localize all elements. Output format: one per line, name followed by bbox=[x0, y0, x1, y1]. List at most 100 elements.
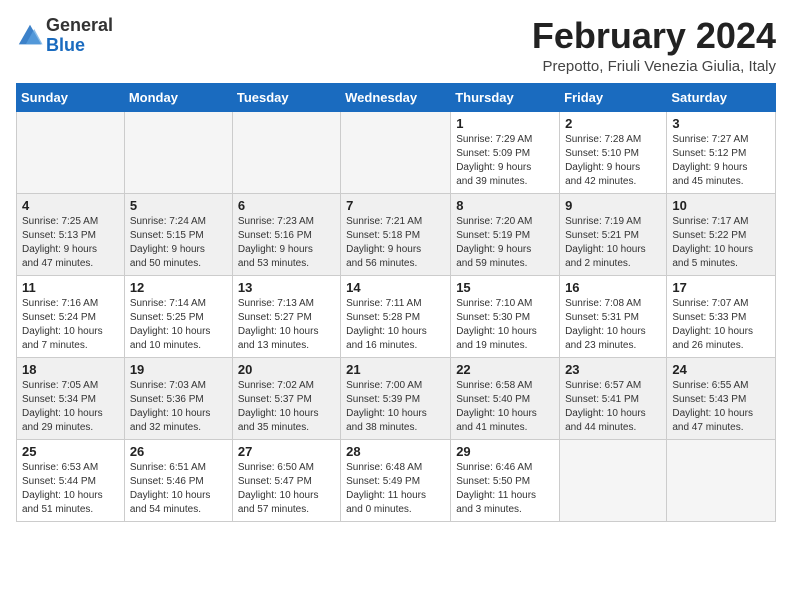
day-info: Sunrise: 6:53 AMSunset: 5:44 PMDaylight:… bbox=[22, 461, 119, 517]
month-year-title: February 2024 bbox=[532, 16, 776, 56]
day-info: Sunrise: 7:21 AMSunset: 5:18 PMDaylight:… bbox=[346, 215, 445, 271]
day-number: 7 bbox=[346, 198, 445, 213]
day-info: Sunrise: 7:14 AMSunset: 5:25 PMDaylight:… bbox=[130, 297, 227, 353]
day-number: 29 bbox=[456, 444, 554, 459]
column-header-thursday: Thursday bbox=[451, 83, 560, 111]
calendar-day-cell bbox=[17, 111, 125, 193]
day-info: Sunrise: 7:10 AMSunset: 5:30 PMDaylight:… bbox=[456, 297, 554, 353]
page-header: General Blue February 2024 Prepotto, Fri… bbox=[16, 16, 776, 75]
day-info: Sunrise: 6:58 AMSunset: 5:40 PMDaylight:… bbox=[456, 379, 554, 435]
day-info: Sunrise: 7:07 AMSunset: 5:33 PMDaylight:… bbox=[672, 297, 770, 353]
calendar-day-cell: 16 Sunrise: 7:08 AMSunset: 5:31 PMDayligh… bbox=[560, 275, 667, 357]
calendar-day-cell: 24 Sunrise: 6:55 AMSunset: 5:43 PMDayligh… bbox=[667, 357, 776, 439]
calendar-day-cell: 7 Sunrise: 7:21 AMSunset: 5:18 PMDaylight… bbox=[341, 193, 451, 275]
day-info: Sunrise: 6:51 AMSunset: 5:46 PMDaylight:… bbox=[130, 461, 227, 517]
calendar-week-row: 4Sunrise: 7:25 AMSunset: 5:13 PMDaylight… bbox=[17, 193, 776, 275]
calendar-week-row: 18Sunrise: 7:05 AMSunset: 5:34 PMDayligh… bbox=[17, 357, 776, 439]
calendar-day-cell: 4Sunrise: 7:25 AMSunset: 5:13 PMDaylight… bbox=[17, 193, 125, 275]
day-info: Sunrise: 7:02 AMSunset: 5:37 PMDaylight:… bbox=[238, 379, 335, 435]
day-info: Sunrise: 7:00 AMSunset: 5:39 PMDaylight:… bbox=[346, 379, 445, 435]
calendar-day-cell bbox=[560, 439, 667, 521]
calendar-day-cell: 29 Sunrise: 6:46 AMSunset: 5:50 PMDayligh… bbox=[451, 439, 560, 521]
day-number: 24 bbox=[672, 362, 770, 377]
calendar-day-cell: 8 Sunrise: 7:20 AMSunset: 5:19 PMDaylight… bbox=[451, 193, 560, 275]
day-info: Sunrise: 6:57 AMSunset: 5:41 PMDaylight:… bbox=[565, 379, 661, 435]
day-number: 26 bbox=[130, 444, 227, 459]
day-info: Sunrise: 6:50 AMSunset: 5:47 PMDaylight:… bbox=[238, 461, 335, 517]
day-number: 11 bbox=[22, 280, 119, 295]
day-info: Sunrise: 7:13 AMSunset: 5:27 PMDaylight:… bbox=[238, 297, 335, 353]
title-area: February 2024 Prepotto, Friuli Venezia G… bbox=[532, 16, 776, 75]
day-info: Sunrise: 7:24 AMSunset: 5:15 PMDaylight:… bbox=[130, 215, 227, 271]
day-number: 21 bbox=[346, 362, 445, 377]
day-number: 9 bbox=[565, 198, 661, 213]
day-number: 23 bbox=[565, 362, 661, 377]
day-number: 6 bbox=[238, 198, 335, 213]
day-number: 16 bbox=[565, 280, 661, 295]
day-number: 2 bbox=[565, 116, 661, 131]
day-number: 20 bbox=[238, 362, 335, 377]
day-info: Sunrise: 7:08 AMSunset: 5:31 PMDaylight:… bbox=[565, 297, 661, 353]
calendar-week-row: 11 Sunrise: 7:16 AMSunset: 5:24 PMDayligh… bbox=[17, 275, 776, 357]
day-info: Sunrise: 6:46 AMSunset: 5:50 PMDaylight:… bbox=[456, 461, 554, 517]
calendar-day-cell: 3 Sunrise: 7:27 AMSunset: 5:12 PMDaylight… bbox=[667, 111, 776, 193]
calendar-day-cell: 1Sunrise: 7:29 AMSunset: 5:09 PMDaylight… bbox=[451, 111, 560, 193]
calendar-day-cell: 5 Sunrise: 7:24 AMSunset: 5:15 PMDaylight… bbox=[124, 193, 232, 275]
logo: General Blue bbox=[16, 16, 113, 56]
day-number: 25 bbox=[22, 444, 119, 459]
calendar-day-cell: 25 Sunrise: 6:53 AMSunset: 5:44 PMDayligh… bbox=[17, 439, 125, 521]
logo-general-text: General bbox=[46, 15, 113, 35]
day-info: Sunrise: 6:48 AMSunset: 5:49 PMDaylight:… bbox=[346, 461, 445, 517]
column-header-sunday: Sunday bbox=[17, 83, 125, 111]
calendar-day-cell: 12 Sunrise: 7:14 AMSunset: 5:25 PMDayligh… bbox=[124, 275, 232, 357]
column-header-tuesday: Tuesday bbox=[232, 83, 340, 111]
day-number: 12 bbox=[130, 280, 227, 295]
logo-icon bbox=[16, 22, 44, 50]
calendar-day-cell: 28Sunrise: 6:48 AMSunset: 5:49 PMDayligh… bbox=[341, 439, 451, 521]
day-info: Sunrise: 7:11 AMSunset: 5:28 PMDaylight:… bbox=[346, 297, 445, 353]
calendar-day-cell: 22 Sunrise: 6:58 AMSunset: 5:40 PMDayligh… bbox=[451, 357, 560, 439]
day-number: 22 bbox=[456, 362, 554, 377]
day-number: 18 bbox=[22, 362, 119, 377]
day-info: Sunrise: 7:03 AMSunset: 5:36 PMDaylight:… bbox=[130, 379, 227, 435]
day-info: Sunrise: 7:28 AMSunset: 5:10 PMDaylight:… bbox=[565, 133, 661, 189]
day-number: 14 bbox=[346, 280, 445, 295]
calendar-day-cell: 26 Sunrise: 6:51 AMSunset: 5:46 PMDayligh… bbox=[124, 439, 232, 521]
calendar-day-cell: 15 Sunrise: 7:10 AMSunset: 5:30 PMDayligh… bbox=[451, 275, 560, 357]
day-info: Sunrise: 7:19 AMSunset: 5:21 PMDaylight:… bbox=[565, 215, 661, 271]
calendar-day-cell bbox=[124, 111, 232, 193]
calendar-day-cell bbox=[232, 111, 340, 193]
day-info: Sunrise: 7:27 AMSunset: 5:12 PMDaylight:… bbox=[672, 133, 770, 189]
calendar-header-row: SundayMondayTuesdayWednesdayThursdayFrid… bbox=[17, 83, 776, 111]
day-info: Sunrise: 7:16 AMSunset: 5:24 PMDaylight:… bbox=[22, 297, 119, 353]
column-header-monday: Monday bbox=[124, 83, 232, 111]
day-number: 3 bbox=[672, 116, 770, 131]
day-number: 10 bbox=[672, 198, 770, 213]
calendar-day-cell: 19 Sunrise: 7:03 AMSunset: 5:36 PMDayligh… bbox=[124, 357, 232, 439]
calendar-week-row: 25 Sunrise: 6:53 AMSunset: 5:44 PMDayligh… bbox=[17, 439, 776, 521]
day-info: Sunrise: 7:20 AMSunset: 5:19 PMDaylight:… bbox=[456, 215, 554, 271]
day-info: Sunrise: 7:25 AMSunset: 5:13 PMDaylight:… bbox=[22, 215, 119, 271]
calendar-day-cell: 18Sunrise: 7:05 AMSunset: 5:34 PMDayligh… bbox=[17, 357, 125, 439]
calendar-day-cell: 11 Sunrise: 7:16 AMSunset: 5:24 PMDayligh… bbox=[17, 275, 125, 357]
day-info: Sunrise: 7:23 AMSunset: 5:16 PMDaylight:… bbox=[238, 215, 335, 271]
day-number: 19 bbox=[130, 362, 227, 377]
calendar-day-cell: 9 Sunrise: 7:19 AMSunset: 5:21 PMDaylight… bbox=[560, 193, 667, 275]
calendar-day-cell: 13 Sunrise: 7:13 AMSunset: 5:27 PMDayligh… bbox=[232, 275, 340, 357]
calendar-day-cell bbox=[667, 439, 776, 521]
day-number: 8 bbox=[456, 198, 554, 213]
day-info: Sunrise: 6:55 AMSunset: 5:43 PMDaylight:… bbox=[672, 379, 770, 435]
day-number: 5 bbox=[130, 198, 227, 213]
column-header-wednesday: Wednesday bbox=[341, 83, 451, 111]
day-number: 13 bbox=[238, 280, 335, 295]
calendar-day-cell: 27Sunrise: 6:50 AMSunset: 5:47 PMDayligh… bbox=[232, 439, 340, 521]
location-subtitle: Prepotto, Friuli Venezia Giulia, Italy bbox=[532, 58, 776, 75]
calendar-day-cell: 23 Sunrise: 6:57 AMSunset: 5:41 PMDayligh… bbox=[560, 357, 667, 439]
calendar-day-cell: 6 Sunrise: 7:23 AMSunset: 5:16 PMDaylight… bbox=[232, 193, 340, 275]
calendar-day-cell: 2 Sunrise: 7:28 AMSunset: 5:10 PMDaylight… bbox=[560, 111, 667, 193]
calendar-day-cell: 17Sunrise: 7:07 AMSunset: 5:33 PMDayligh… bbox=[667, 275, 776, 357]
day-info: Sunrise: 7:29 AMSunset: 5:09 PMDaylight:… bbox=[456, 133, 554, 189]
day-number: 15 bbox=[456, 280, 554, 295]
calendar-day-cell: 21 Sunrise: 7:00 AMSunset: 5:39 PMDayligh… bbox=[341, 357, 451, 439]
calendar-day-cell: 14 Sunrise: 7:11 AMSunset: 5:28 PMDayligh… bbox=[341, 275, 451, 357]
